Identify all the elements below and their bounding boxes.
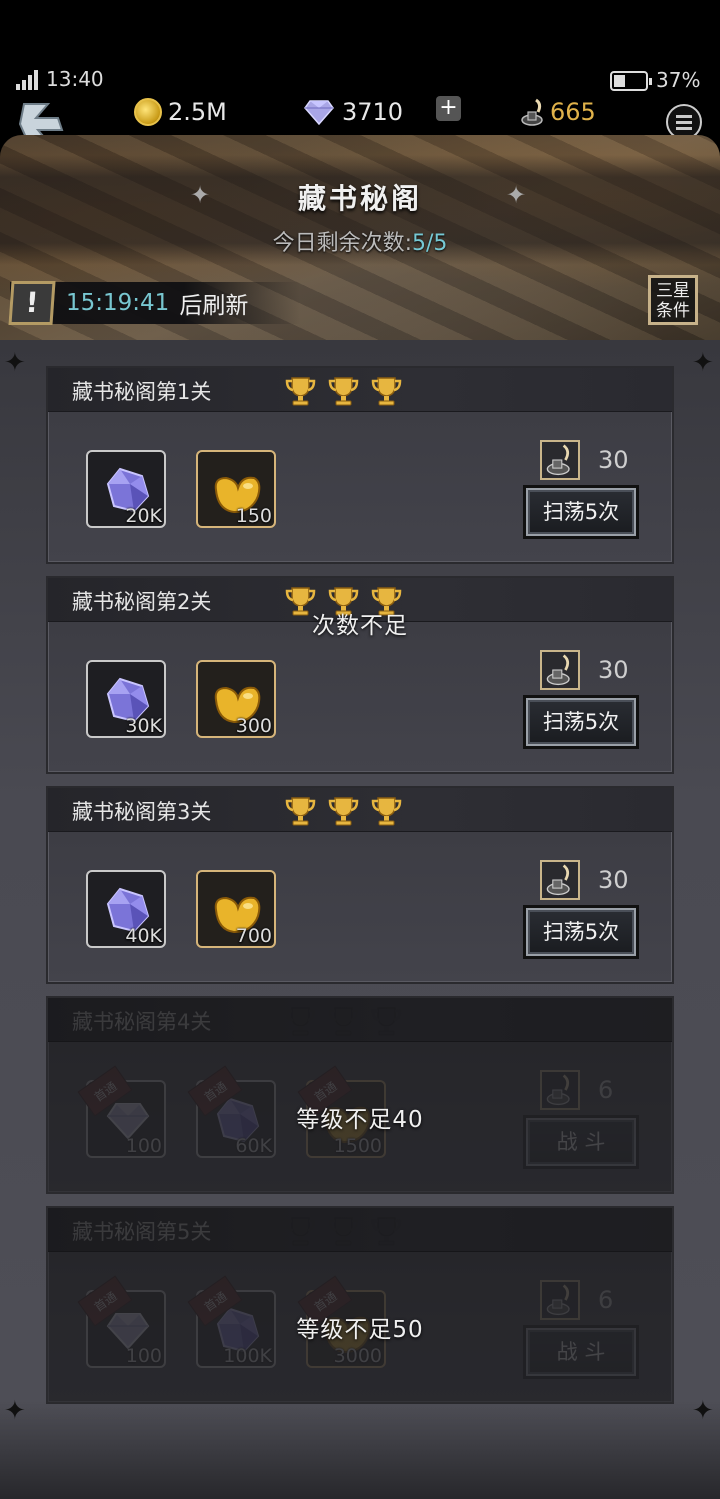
reward-count: 20K (125, 505, 162, 527)
diamond-icon (304, 100, 334, 125)
reward-item[interactable]: 40K (86, 870, 166, 948)
remaining-label: 今日剩余次数: (272, 231, 412, 256)
trophy-icon (328, 377, 359, 406)
stamina-cost-icon (540, 440, 580, 480)
reward-item[interactable]: 20K (86, 450, 166, 528)
trophy-icon (371, 797, 402, 826)
stamina-cost-icon (540, 860, 580, 900)
level-requirement-message: 等级不足50 (296, 1317, 424, 1343)
condition-line-2: 条件 (656, 301, 690, 321)
stage-card-3[interactable]: 藏书秘阁第3关 40K 700 30 扫荡5次 (46, 786, 674, 984)
locked-shade (48, 998, 672, 1192)
battery-icon (610, 71, 652, 91)
reward-item[interactable]: 700 (196, 870, 276, 948)
stamina-cost: 30 (598, 656, 629, 684)
sweep-button[interactable]: 扫荡5次 (526, 908, 636, 956)
ink-amount: 665 (550, 98, 596, 126)
corner-ornament-icon: ✦ (692, 348, 714, 378)
reward-item[interactable]: 150 (196, 450, 276, 528)
reward-item[interactable]: 30K (86, 660, 166, 738)
trophy-rating (284, 374, 403, 407)
three-star-condition-button[interactable]: 三星 条件 (648, 275, 698, 325)
sweep-button[interactable]: 扫荡5次 (526, 698, 636, 746)
refresh-label: 后刷新 (179, 293, 249, 319)
reward-item[interactable]: 300 (196, 660, 276, 738)
bottom-shade (0, 1400, 720, 1499)
trophy-rating (284, 794, 403, 827)
insufficient-attempts-message: 次数不足 (312, 613, 408, 639)
status-time: 13:40 (46, 67, 104, 91)
ink-bottle-icon (546, 444, 570, 476)
stage-title: 藏书秘阁第1关 (72, 380, 212, 404)
level-requirement-message: 等级不足40 (296, 1107, 424, 1133)
page-title: 藏书秘阁 (297, 182, 422, 215)
reward-count: 150 (235, 505, 272, 527)
ink-counter: 665 (520, 92, 596, 132)
sweep-button[interactable]: 扫荡5次 (526, 488, 636, 536)
signal-icon (16, 70, 38, 90)
stage-banner: ✦ 藏书秘阁 ✦ 今日剩余次数:5/5 ! 15:19:41 后刷新 三星 条件 (0, 135, 720, 340)
remaining-value: 5/5 (412, 231, 448, 256)
next-arrow-icon[interactable]: ✦ (506, 183, 530, 207)
ink-bottle-icon (521, 98, 543, 126)
condition-line-1: 三星 (656, 281, 690, 301)
battery-percent: 37% (656, 68, 701, 92)
stage-card-2[interactable]: 藏书秘阁第2关 30K 300 30 扫荡5次 次数不足 (46, 576, 674, 774)
stage-title: 藏书秘阁第3关 (72, 800, 212, 824)
coin-counter: 2.5M (134, 92, 227, 132)
stage-card-1[interactable]: 藏书秘阁第1关 20K 150 30 扫荡5次 (46, 366, 674, 564)
remaining-attempts: 今日剩余次数:5/5 (0, 225, 720, 257)
diamond-counter: 3710 (304, 92, 403, 132)
trophy-icon (285, 377, 316, 406)
stage-card-4[interactable]: 藏书秘阁第4关 100首通 60K首通 1500首通 6战 斗等级不足40 (46, 996, 674, 1194)
ink-bottle-icon (546, 654, 570, 686)
stage-card-5[interactable]: 藏书秘阁第5关 100首通 100K首通 3000首通 6战 斗等级不足50 (46, 1206, 674, 1404)
coin-icon (134, 98, 162, 126)
reward-count: 40K (125, 925, 162, 947)
corner-ornament-icon: ✦ (4, 348, 26, 378)
stage-card-header: 藏书秘阁第1关 (48, 368, 672, 412)
stamina-cost: 30 (598, 866, 629, 894)
trophy-icon (328, 797, 359, 826)
status-bar: 13:40 37% (0, 0, 720, 100)
ink-bottle-icon (546, 864, 570, 896)
reward-count: 30K (125, 715, 162, 737)
diamond-amount: 3710 (342, 98, 404, 126)
refresh-time: 15:19:41 (66, 290, 170, 316)
locked-shade (48, 1208, 672, 1402)
coin-amount: 2.5M (168, 98, 227, 126)
trophy-icon (285, 797, 316, 826)
reward-count: 700 (235, 925, 272, 947)
add-diamond-button[interactable]: + (436, 96, 461, 121)
alert-icon[interactable]: ! (8, 281, 56, 325)
trophy-icon (371, 377, 402, 406)
reward-count: 300 (235, 715, 272, 737)
refresh-timer: ! 15:19:41 后刷新 (8, 281, 300, 325)
stamina-cost-icon (540, 650, 580, 690)
stamina-cost: 30 (598, 446, 629, 474)
stage-card-header: 藏书秘阁第3关 (48, 788, 672, 832)
